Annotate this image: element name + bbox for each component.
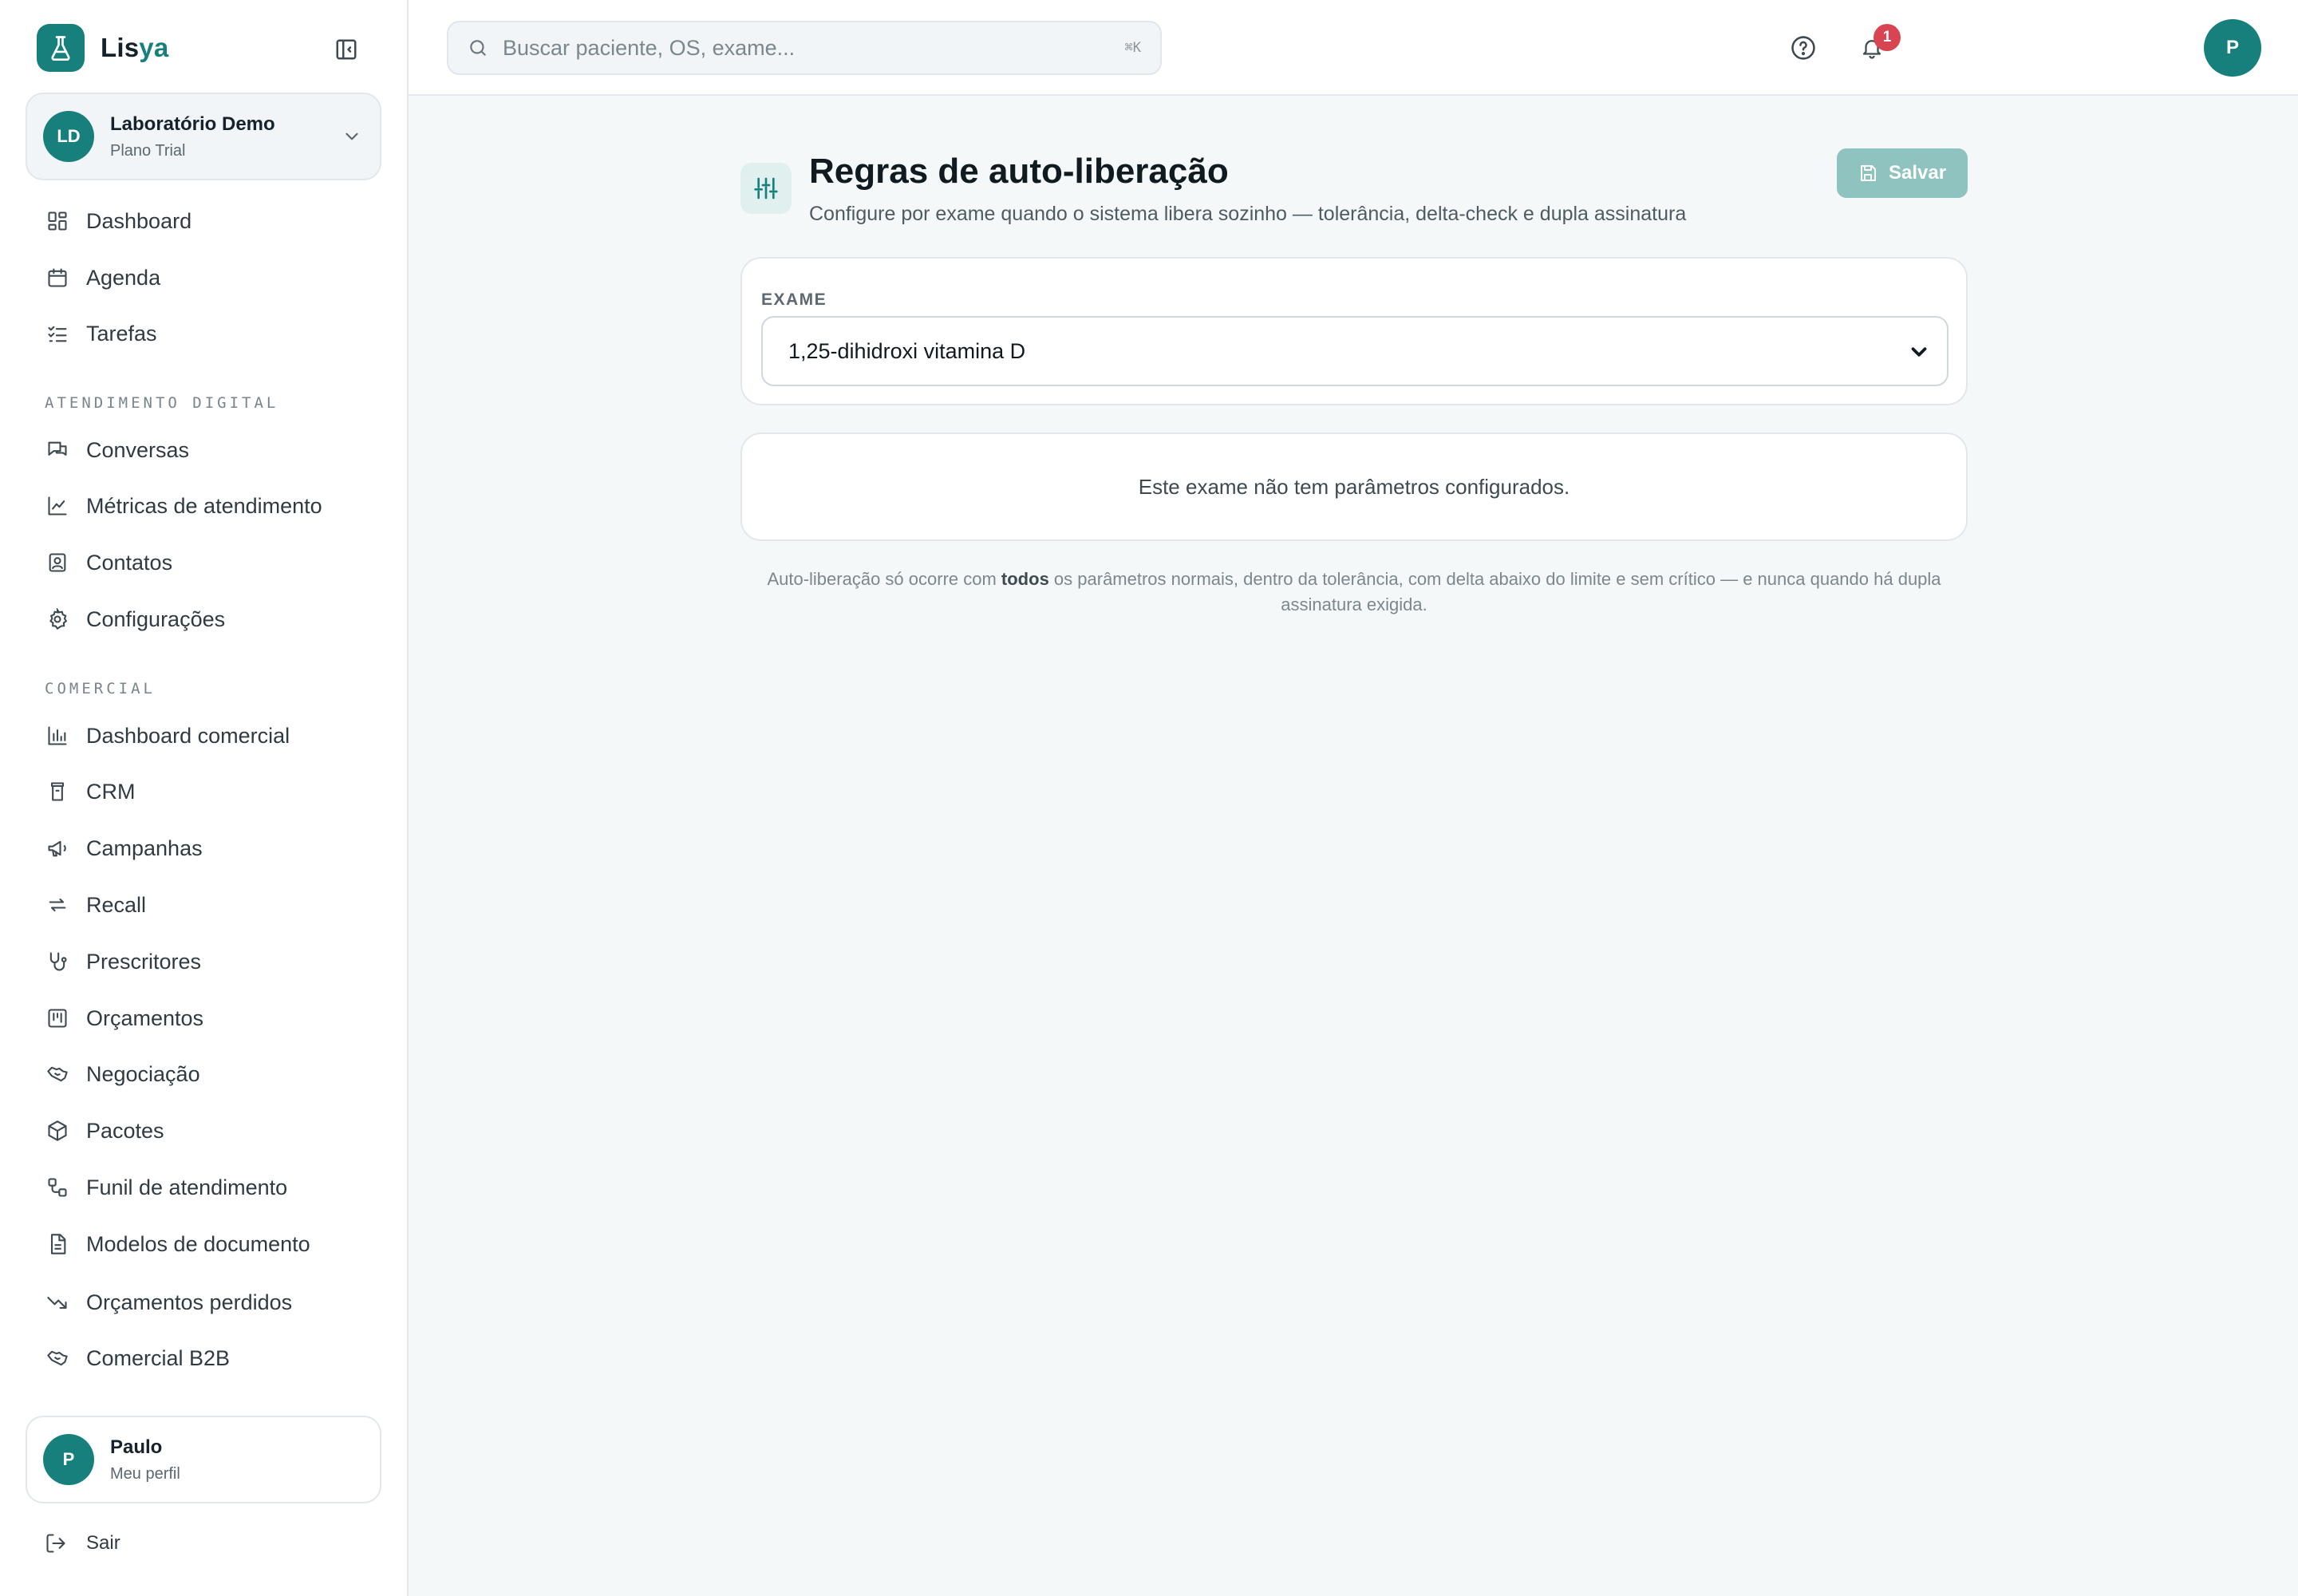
calendar-icon bbox=[45, 265, 70, 290]
chevron-down-icon bbox=[1907, 340, 1931, 368]
profile-name: Paulo bbox=[110, 1436, 163, 1458]
profile-subtitle: Meu perfil bbox=[110, 1464, 180, 1483]
package-icon bbox=[45, 1118, 70, 1144]
megaphone-icon bbox=[45, 836, 70, 861]
page-content: Regras de auto-liberação Configure por e… bbox=[740, 148, 1968, 614]
logout-icon bbox=[45, 1531, 70, 1556]
budget-icon bbox=[45, 1005, 70, 1031]
dashboard-icon bbox=[45, 208, 70, 234]
brand-name: Lisya bbox=[101, 33, 169, 62]
exam-selector-card: EXAME 1,25-dihidroxi vitamina D bbox=[740, 257, 1968, 405]
main-area: ⌘K 1 P Regras de auto-liberação Configur… bbox=[409, 0, 2298, 1596]
nav-orcamentos[interactable]: Orçamentos bbox=[45, 1002, 203, 1034]
gear-icon bbox=[45, 606, 70, 632]
nav-crm[interactable]: CRM bbox=[45, 776, 136, 808]
nav-tarefas[interactable]: Tarefas bbox=[45, 318, 157, 350]
nav-campanhas[interactable]: Campanhas bbox=[45, 832, 203, 864]
topbar: ⌘K 1 P bbox=[409, 0, 2298, 96]
nav-funil-atendimento[interactable]: Funil de atendimento bbox=[45, 1171, 287, 1203]
sidebar-collapse-icon bbox=[336, 39, 357, 60]
funnel-icon bbox=[45, 1175, 70, 1200]
logout-button[interactable]: Sair bbox=[45, 1527, 120, 1559]
auto-release-footnote: Auto-liberação só ocorre com todos os pa… bbox=[767, 569, 1941, 614]
page-title: Regras de auto-liberação bbox=[809, 152, 1229, 191]
brand[interactable]: Lisya bbox=[37, 24, 168, 72]
nav-comercial-b2b[interactable]: Comercial B2B bbox=[45, 1342, 230, 1374]
nav-contatos[interactable]: Contatos bbox=[45, 547, 172, 579]
handshake-icon bbox=[45, 1061, 70, 1087]
exam-select[interactable]: 1,25-dihidroxi vitamina D bbox=[761, 316, 1949, 386]
user-avatar[interactable]: P bbox=[2204, 19, 2261, 77]
crm-icon bbox=[45, 779, 70, 804]
trending-down-icon bbox=[45, 1290, 70, 1315]
help-button[interactable] bbox=[1784, 29, 1822, 67]
notifications-button[interactable]: 1 bbox=[1853, 24, 1901, 67]
chevron-down-icon bbox=[342, 126, 362, 151]
save-icon bbox=[1860, 165, 1876, 181]
line-chart-icon bbox=[45, 493, 70, 519]
nav-prescritores[interactable]: Prescritores bbox=[45, 946, 201, 978]
page-header: Regras de auto-liberação Configure por e… bbox=[740, 148, 1968, 236]
sidebar: Lisya LD Laboratório Demo Plano Trial Da… bbox=[0, 0, 409, 1596]
nav-metricas-atendimento[interactable]: Métricas de atendimento bbox=[45, 490, 322, 522]
section-comercial: COMERCIAL bbox=[45, 680, 156, 697]
handshake-icon bbox=[45, 1345, 70, 1371]
profile-card[interactable]: P Paulo Meu perfil bbox=[26, 1416, 381, 1503]
global-search[interactable]: ⌘K bbox=[447, 21, 1162, 75]
search-icon bbox=[470, 40, 486, 56]
chat-icon bbox=[45, 437, 70, 463]
stethoscope-icon bbox=[45, 949, 70, 974]
nav-dashboard-comercial[interactable]: Dashboard comercial bbox=[45, 720, 290, 752]
search-shortcut: ⌘K bbox=[1124, 40, 1141, 56]
organization-switcher[interactable]: LD Laboratório Demo Plano Trial bbox=[26, 93, 381, 180]
document-icon bbox=[45, 1231, 70, 1257]
collapse-sidebar-button[interactable] bbox=[330, 35, 362, 64]
nav-dashboard[interactable]: Dashboard bbox=[45, 205, 192, 237]
tasks-icon bbox=[45, 321, 70, 346]
nav-orcamentos-perdidos[interactable]: Orçamentos perdidos bbox=[45, 1286, 292, 1318]
nav-negociacao[interactable]: Negociação bbox=[45, 1058, 200, 1090]
contacts-icon bbox=[45, 550, 70, 575]
org-name: Laboratório Demo bbox=[110, 113, 275, 135]
page-subtitle: Configure por exame quando o sistema lib… bbox=[809, 203, 1687, 225]
flask-icon bbox=[37, 24, 85, 72]
empty-state-message: Este exame não tem parâmetros configurad… bbox=[1138, 474, 1570, 499]
org-avatar: LD bbox=[43, 111, 94, 162]
save-button[interactable]: Salvar bbox=[1837, 148, 1968, 198]
profile-avatar: P bbox=[43, 1434, 94, 1485]
nav-modelos-documento[interactable]: Modelos de documento bbox=[45, 1228, 310, 1260]
help-icon bbox=[1791, 36, 1815, 60]
sliders-icon bbox=[740, 163, 792, 214]
parameters-empty-state: Este exame não tem parâmetros configurad… bbox=[740, 433, 1968, 541]
bar-chart-icon bbox=[45, 723, 70, 749]
exam-field-label: EXAME bbox=[761, 290, 827, 309]
nav-conversas[interactable]: Conversas bbox=[45, 434, 189, 466]
repeat-icon bbox=[45, 892, 70, 918]
section-atendimento-digital: ATENDIMENTO DIGITAL bbox=[45, 394, 279, 412]
nav-pacotes[interactable]: Pacotes bbox=[45, 1115, 164, 1147]
notification-badge: 1 bbox=[1874, 24, 1901, 51]
nav-agenda[interactable]: Agenda bbox=[45, 262, 160, 294]
search-input[interactable] bbox=[503, 35, 1125, 61]
nav-recall[interactable]: Recall bbox=[45, 889, 146, 921]
nav-configuracoes[interactable]: Configurações bbox=[45, 603, 225, 635]
org-plan: Plano Trial bbox=[110, 141, 186, 160]
exam-select-value: 1,25-dihidroxi vitamina D bbox=[788, 338, 1026, 363]
